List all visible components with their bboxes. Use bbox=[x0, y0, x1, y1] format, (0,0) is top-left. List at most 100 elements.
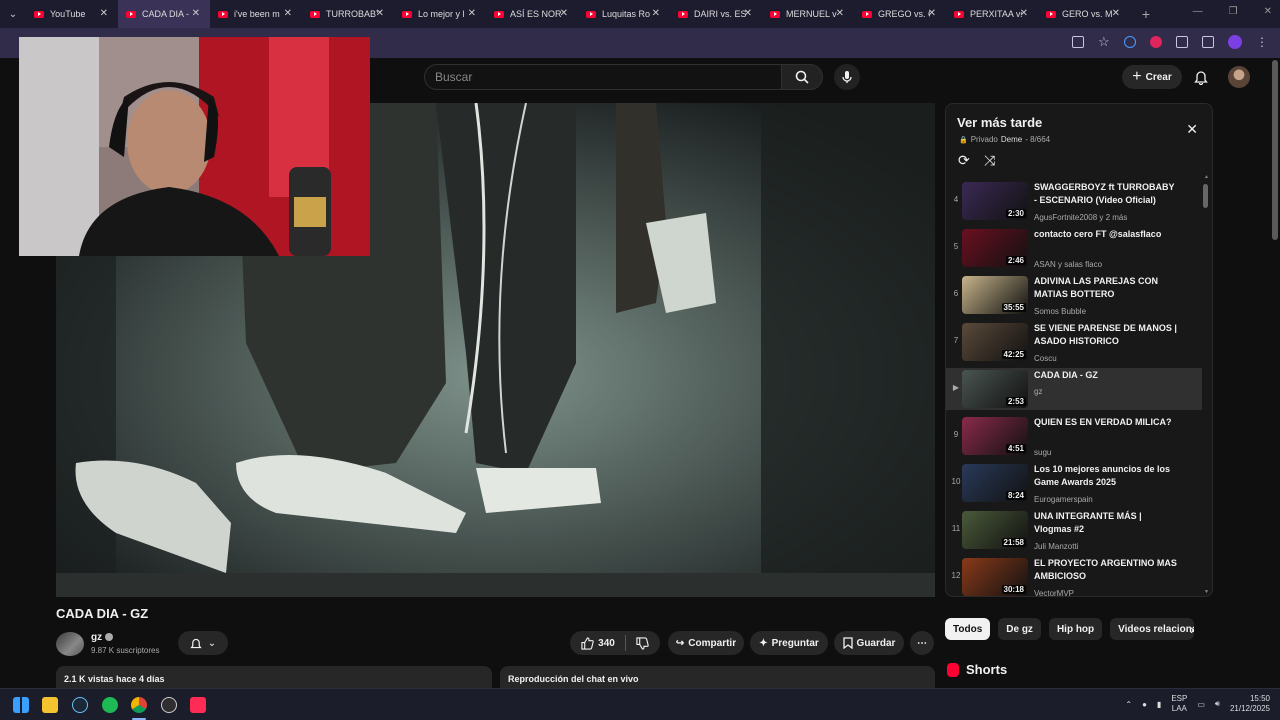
browser-tab[interactable]: YouTube ✕ bbox=[26, 0, 118, 28]
close-tab-icon[interactable]: ✕ bbox=[1020, 8, 1028, 19]
menu-dots-icon[interactable]: ⋮ bbox=[1256, 36, 1268, 48]
playlist-channel: VectorMVP bbox=[1034, 589, 1075, 597]
playlist-video-title: CADA DIA - GZ bbox=[1034, 370, 1098, 380]
playlist-item[interactable]: 10 8:24 Los 10 mejores anuncios de los Gam… bbox=[946, 462, 1202, 504]
browser-tab[interactable]: GERO vs. M ✕ bbox=[1038, 0, 1130, 28]
user-avatar[interactable] bbox=[1228, 66, 1250, 88]
browser-tab[interactable]: DAIRI vs. ES ✕ bbox=[670, 0, 762, 28]
playlist-item[interactable]: 6 35:55 ADIVINA LAS PAREJAS CON MATIAS BOT… bbox=[946, 274, 1202, 316]
browser-tab[interactable]: CADA DIA - ✕ bbox=[118, 0, 210, 28]
loop-icon[interactable]: ⟳ bbox=[958, 152, 970, 169]
playlist-item[interactable]: 11 21:58 UNA INTEGRANTE MÁS | Vlogmas #2 Ju… bbox=[946, 509, 1202, 551]
mic-tray-icon[interactable]: ▮ bbox=[1157, 700, 1161, 709]
channel-avatar[interactable] bbox=[56, 632, 84, 656]
shuffle-icon[interactable]: ⤨ bbox=[984, 152, 995, 169]
new-tab-button[interactable]: + bbox=[1134, 6, 1158, 22]
close-tab-icon[interactable]: ✕ bbox=[928, 8, 936, 19]
chevron-right-icon[interactable]: › bbox=[1190, 621, 1195, 637]
close-tab-icon[interactable]: ✕ bbox=[284, 8, 292, 19]
playlist-thumbnail: 2:30 bbox=[962, 182, 1028, 220]
steam-icon[interactable] bbox=[72, 697, 88, 713]
tab-title: MERNUEL v bbox=[786, 9, 837, 19]
share-button[interactable]: ↪ Compartir bbox=[668, 631, 744, 655]
playlist-item[interactable]: 12 30:18 EL PROYECTO ARGENTINO MAS AMBICIO… bbox=[946, 556, 1202, 597]
maximize-icon[interactable]: ❐ bbox=[1229, 6, 1238, 17]
create-button[interactable]: + Crear bbox=[1122, 65, 1182, 89]
profile-icon[interactable] bbox=[1228, 35, 1242, 49]
playlist-scrollbar[interactable] bbox=[1203, 184, 1208, 208]
voice-search-button[interactable] bbox=[834, 64, 860, 90]
close-tab-icon[interactable]: ✕ bbox=[376, 8, 384, 19]
tab-list: YouTube ✕ CADA DIA - ✕ i've been m ✕ TURROBABY… bbox=[26, 0, 1130, 28]
like-button[interactable]: 340 bbox=[581, 636, 615, 650]
cast-icon[interactable] bbox=[1072, 36, 1084, 48]
page-scrollbar[interactable] bbox=[1272, 60, 1278, 240]
scroll-up-icon[interactable]: ▲ bbox=[1204, 174, 1209, 180]
close-tab-icon[interactable]: ✕ bbox=[468, 8, 476, 19]
clock[interactable]: 15:50 21/12/2025 bbox=[1230, 694, 1270, 714]
video-duration: 21:58 bbox=[1001, 538, 1026, 547]
playlist-item[interactable]: ▶ 2:53 CADA DIA - GZ gz bbox=[946, 368, 1202, 410]
tiktok-icon[interactable] bbox=[190, 697, 206, 713]
browser-tab[interactable]: Luquitas Ro ✕ bbox=[578, 0, 670, 28]
close-tab-icon[interactable]: ✕ bbox=[652, 8, 660, 19]
close-tab-icon[interactable]: ✕ bbox=[100, 8, 108, 19]
extension-icon[interactable] bbox=[1124, 36, 1136, 48]
playlist-item[interactable]: 9 4:51 QUIEN ES EN VERDAD MILICA? sugu bbox=[946, 415, 1202, 457]
browser-tab[interactable]: PERXITAA vs ✕ bbox=[946, 0, 1038, 28]
browser-tab[interactable]: GREGO vs. C ✕ bbox=[854, 0, 946, 28]
chrome-icon[interactable] bbox=[131, 697, 147, 713]
close-tab-icon[interactable]: ✕ bbox=[560, 8, 568, 19]
extension-red-icon[interactable] bbox=[1150, 36, 1162, 48]
obs-icon[interactable] bbox=[161, 697, 177, 713]
language-code: ESP bbox=[1171, 694, 1188, 703]
spotify-icon[interactable] bbox=[102, 697, 118, 713]
dislike-button[interactable] bbox=[636, 636, 649, 650]
create-label: Crear bbox=[1145, 71, 1172, 83]
volume-icon[interactable]: 🔊︎ bbox=[1215, 699, 1220, 709]
playlist-title[interactable]: Ver más tarde bbox=[957, 115, 1042, 130]
browser-tab[interactable]: i've been m ✕ bbox=[210, 0, 302, 28]
more-actions-button[interactable]: ⋯ bbox=[910, 631, 934, 655]
playlist-video-title: EL PROYECTO ARGENTINO MAS AMBICIOSO bbox=[1034, 558, 1177, 581]
filter-chip[interactable]: Hip hop bbox=[1048, 618, 1103, 640]
close-tab-icon[interactable]: ✕ bbox=[1112, 8, 1120, 19]
close-tab-icon[interactable]: ✕ bbox=[744, 8, 752, 19]
channel-name[interactable]: gz bbox=[91, 632, 102, 643]
close-tab-icon[interactable]: ✕ bbox=[192, 8, 200, 19]
filter-chip[interactable]: Videos relacionado bbox=[1110, 618, 1195, 640]
file-explorer-icon[interactable] bbox=[42, 697, 58, 713]
notification-bell-button[interactable]: ⌄ bbox=[178, 631, 228, 655]
playlist-item[interactable]: 5 2:46 contacto cero FT @salasflaco ASAN y … bbox=[946, 227, 1202, 269]
playlist-item[interactable]: 7 42:25 SE VIENE PARENSE DE MANOS | ASADO … bbox=[946, 321, 1202, 363]
bookmark-star-icon[interactable]: ☆ bbox=[1098, 35, 1110, 48]
browser-tab[interactable]: ASÍ ES NOR ✕ bbox=[486, 0, 578, 28]
filter-chip[interactable]: De gz bbox=[998, 618, 1041, 640]
discord-tray-icon[interactable]: ● bbox=[1142, 700, 1147, 709]
filter-chip[interactable]: Todos bbox=[945, 618, 991, 640]
close-window-icon[interactable]: ✕ bbox=[1264, 6, 1272, 17]
search-input[interactable] bbox=[425, 65, 781, 89]
close-tab-icon[interactable]: ✕ bbox=[836, 8, 844, 19]
browser-tab[interactable]: Lo mejor y l ✕ bbox=[394, 0, 486, 28]
minimize-icon[interactable]: — bbox=[1193, 6, 1203, 17]
network-icon[interactable]: ▭ bbox=[1197, 700, 1205, 709]
chevron-down-icon: ⌄ bbox=[207, 637, 217, 649]
browser-tab[interactable]: TURROBABY ✕ bbox=[302, 0, 394, 28]
browser-tab[interactable]: MERNUEL v ✕ bbox=[762, 0, 854, 28]
windows-start-icon[interactable] bbox=[13, 697, 29, 713]
playlist-item[interactable]: 4 2:30 SWAGGERBOYZ ft TURROBABY - ESCENARI… bbox=[946, 180, 1202, 222]
tray-overflow-chevron-icon[interactable]: ⌃ bbox=[1125, 700, 1132, 709]
close-playlist-icon[interactable]: ✕ bbox=[1186, 121, 1198, 138]
playlist-owner[interactable]: Deme bbox=[1001, 135, 1022, 144]
notifications-button[interactable] bbox=[1190, 66, 1212, 88]
save-button[interactable]: Guardar bbox=[834, 631, 904, 655]
extensions-puzzle-icon[interactable] bbox=[1176, 36, 1188, 48]
tab-list-chevron-icon[interactable]: ⌄ bbox=[0, 0, 26, 28]
search-button[interactable] bbox=[781, 64, 823, 90]
ask-button[interactable]: ✦ Preguntar bbox=[750, 631, 828, 655]
playlist-channel: Eurogamerspain bbox=[1034, 495, 1093, 504]
reading-list-icon[interactable] bbox=[1202, 36, 1214, 48]
language-indicator[interactable]: ESP LAA bbox=[1171, 694, 1187, 714]
scroll-down-icon[interactable]: ▼ bbox=[1204, 589, 1209, 595]
